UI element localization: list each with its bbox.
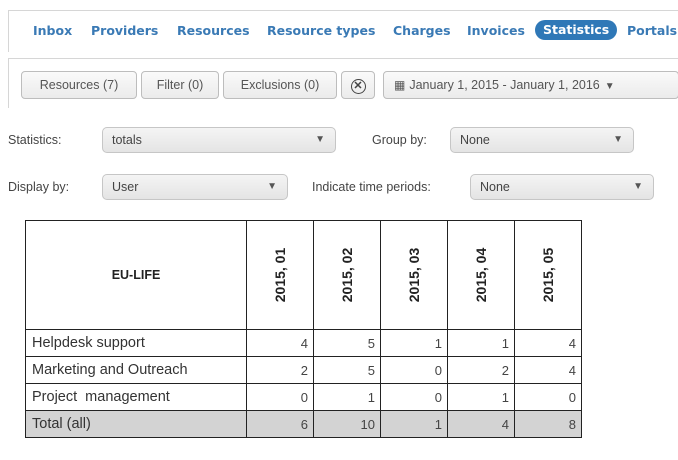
statistics-select[interactable]: totals ▼	[102, 127, 336, 153]
row-label: Project management	[25, 383, 247, 411]
group-by-label: Group by:	[372, 133, 427, 147]
display-by-select[interactable]: User ▼	[102, 174, 288, 200]
column-header: 2015, 04	[447, 220, 515, 330]
table-row: Marketing and Outreach 2 5 0 2 4	[25, 356, 582, 384]
tab-charges[interactable]: Charges	[393, 23, 451, 38]
table-cell: 1	[380, 410, 448, 438]
tab-statistics[interactable]: Statistics	[535, 20, 618, 40]
calendar-icon: ▦	[394, 78, 406, 92]
group-by-value: None	[460, 133, 490, 147]
table-row: Project management 0 1 0 1 0	[25, 383, 582, 411]
table-cell: 2	[447, 356, 515, 384]
exclusions-button[interactable]: Exclusions (0)	[223, 71, 337, 99]
table-title: EU-LIFE	[25, 220, 247, 330]
row-label: Helpdesk support	[25, 329, 247, 357]
date-range-text: January 1, 2015 - January 1, 2016	[409, 78, 600, 92]
table-cell: 2	[246, 356, 314, 384]
tab-invoices[interactable]: Invoices	[467, 23, 525, 38]
time-periods-label: Indicate time periods:	[312, 180, 431, 194]
column-header: 2015, 02	[313, 220, 381, 330]
table-cell: 5	[313, 356, 381, 384]
table-cell: 5	[313, 329, 381, 357]
display-by-value: User	[112, 180, 139, 194]
table-cell: 1	[447, 329, 515, 357]
group-by-select[interactable]: None ▼	[450, 127, 634, 153]
time-periods-value: None	[480, 180, 510, 194]
table-cell: 0	[380, 383, 448, 411]
table-cell: 6	[246, 410, 314, 438]
resources-button[interactable]: Resources (7)	[21, 71, 137, 99]
table-cell: 4	[447, 410, 515, 438]
tab-resource-types[interactable]: Resource types	[267, 23, 375, 38]
close-icon: ✕	[350, 79, 366, 94]
table-cell: 0	[246, 383, 314, 411]
table-cell: 1	[447, 383, 515, 411]
table-cell: 4	[514, 329, 582, 357]
tab-resources[interactable]: Resources	[177, 23, 250, 38]
statistics-table: EU-LIFE 2015, 01 2015, 02 2015, 03 2015,…	[25, 220, 582, 438]
date-range-picker[interactable]: ▦ January 1, 2015 - January 1, 2016 ▼	[383, 71, 678, 99]
display-by-label: Display by:	[8, 180, 70, 194]
tab-portals[interactable]: Portals	[627, 23, 677, 38]
table-header-row: EU-LIFE 2015, 01 2015, 02 2015, 03 2015,…	[25, 220, 582, 330]
chevron-down-icon: ▼	[315, 134, 325, 145]
total-row: Total (all) 6 10 1 4 8	[25, 410, 582, 438]
row-label: Marketing and Outreach	[25, 356, 247, 384]
table-cell: 4	[514, 356, 582, 384]
table-cell: 1	[313, 383, 381, 411]
statistics-label: Statistics:	[8, 133, 62, 147]
tab-providers[interactable]: Providers	[91, 23, 158, 38]
table-row: Helpdesk support 4 5 1 1 4	[25, 329, 582, 357]
filter-button[interactable]: Filter (0)	[141, 71, 219, 99]
table-cell: 8	[514, 410, 582, 438]
table-cell: 1	[380, 329, 448, 357]
column-header: 2015, 05	[514, 220, 582, 330]
filter-toolbar: Resources (7) Filter (0) Exclusions (0) …	[8, 58, 678, 108]
chevron-down-icon: ▼	[633, 181, 643, 192]
table-cell: 10	[313, 410, 381, 438]
table-cell: 0	[514, 383, 582, 411]
column-header: 2015, 01	[246, 220, 314, 330]
chevron-down-icon: ▼	[604, 81, 615, 92]
chevron-down-icon: ▼	[267, 181, 277, 192]
tab-inbox[interactable]: Inbox	[33, 23, 72, 38]
table-cell: 4	[246, 329, 314, 357]
top-tab-bar: Inbox Providers Resources Resource types…	[8, 10, 678, 52]
chevron-down-icon: ▼	[613, 134, 623, 145]
statistics-value: totals	[112, 133, 142, 147]
clear-filters-button[interactable]: ✕	[341, 71, 375, 99]
table-cell: 0	[380, 356, 448, 384]
time-periods-select[interactable]: None ▼	[470, 174, 654, 200]
row-label: Total (all)	[25, 410, 247, 438]
column-header: 2015, 03	[380, 220, 448, 330]
